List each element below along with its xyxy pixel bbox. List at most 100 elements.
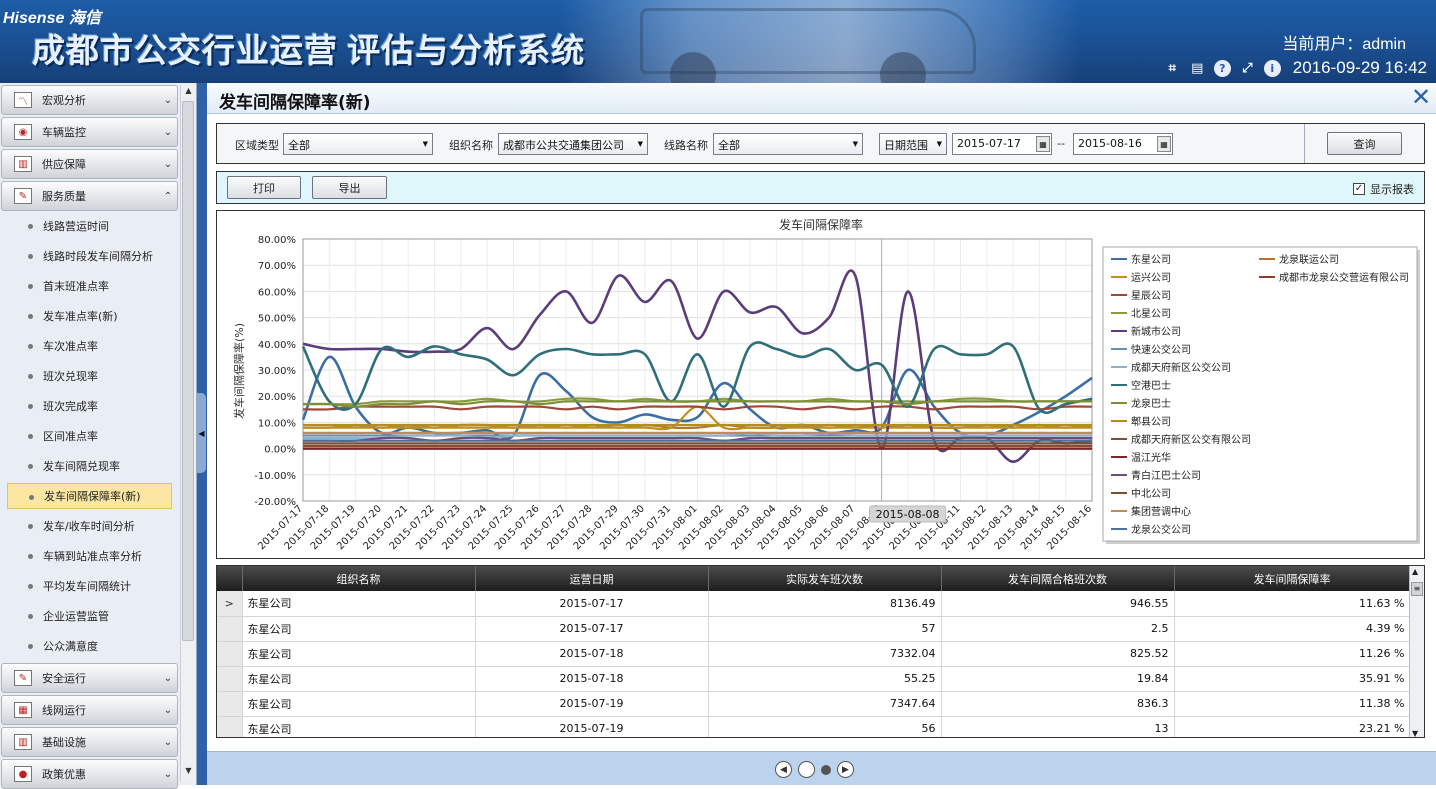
date-to-input[interactable]: 2015-08-16 ▦ xyxy=(1073,133,1173,155)
show-report-toggle[interactable]: ✓ 显示报表 xyxy=(1353,181,1414,197)
sidebar-item-departure-punctuality[interactable]: 发车准点率(新) xyxy=(7,303,172,329)
y-tick-label: 70.00% xyxy=(258,261,296,272)
cell-rate: 35.91 % xyxy=(1174,666,1411,692)
date-mode-select[interactable]: 日期范围 ▼ xyxy=(879,133,947,155)
sidebar-item-shift-completion[interactable]: 班次完成率 xyxy=(7,393,172,419)
col-operating-date[interactable]: 运营日期 xyxy=(475,566,709,591)
calendar-icon[interactable]: ▦ xyxy=(1157,136,1171,152)
print-button[interactable]: 打印 xyxy=(227,176,301,199)
area-type-label: 区域类型 xyxy=(235,139,279,152)
date-to-value: 2015-08-16 xyxy=(1078,137,1142,150)
chevron-down-icon: ⌄ xyxy=(163,704,173,716)
page-dot-active-icon[interactable] xyxy=(821,764,831,775)
table-row[interactable]: 东星公司 2015-07-18 55.25 19.84 35.91 % xyxy=(217,666,1411,692)
chevron-down-icon: ⌄ xyxy=(163,94,173,106)
sidebar-splitter[interactable]: ◀ xyxy=(197,83,207,785)
dropdown-arrow-icon: ▼ xyxy=(422,140,428,148)
col-actual-trips[interactable]: 实际发车班次数 xyxy=(708,566,942,591)
area-type-select[interactable]: 全部 ▼ xyxy=(283,133,433,155)
info-icon[interactable]: i xyxy=(1263,59,1281,77)
scroll-up-icon[interactable]: ▲ xyxy=(181,86,196,100)
legend-label-16: 集团营调中心 xyxy=(1131,505,1191,518)
col-org-name[interactable]: 组织名称 xyxy=(242,566,476,591)
table-row[interactable]: 东星公司 2015-07-19 7347.64 836.3 11.38 % xyxy=(217,691,1411,717)
line-select[interactable]: 全部 ▼ xyxy=(713,133,863,155)
sidebar-item-interval-fulfillment[interactable]: 发车间隔兑现率 xyxy=(7,453,172,479)
table-row[interactable]: 东星公司 2015-07-19 56 13 23.21 % xyxy=(217,716,1411,737)
cell-actual: 7332.04 xyxy=(708,641,942,667)
sidebar-item-interval-analysis[interactable]: 线路时段发车间隔分析 xyxy=(7,243,172,269)
scroll-down-icon[interactable]: ▼ xyxy=(181,766,196,780)
area-type-value: 全部 xyxy=(288,139,310,152)
date-from-value: 2015-07-17 xyxy=(957,137,1021,150)
close-icon[interactable]: ✕ xyxy=(1409,85,1433,111)
grid-scroll-thumb[interactable]: ≡ xyxy=(1411,582,1423,596)
sidebar-scroll-thumb[interactable] xyxy=(182,101,194,641)
cell-org: 东星公司 xyxy=(242,691,476,717)
scroll-down-icon[interactable]: ▼ xyxy=(1412,729,1418,737)
help-icon[interactable]: ? xyxy=(1213,59,1231,77)
bullet-icon xyxy=(28,404,33,409)
page-titlebar: 发车间隔保障率(新) ✕ xyxy=(207,83,1436,114)
collapse-sidebar-icon[interactable]: ◀ xyxy=(197,393,206,473)
checkbox-checked-icon[interactable]: ✓ xyxy=(1353,183,1365,195)
grid-scrollbar[interactable]: ▲ ≡ ▼ xyxy=(1409,566,1424,737)
bullet-icon xyxy=(28,524,33,529)
col-qualified-trips[interactable]: 发车间隔合格班次数 xyxy=(941,566,1175,591)
fullscreen-icon[interactable]: ⤢ xyxy=(1239,60,1256,77)
menu-group-label: 安全运行 xyxy=(42,672,86,685)
cell-qualified: 2.5 xyxy=(941,616,1175,642)
menu-group-supply[interactable]: ▥ 供应保障 ⌄ xyxy=(1,149,178,179)
header-bus-image xyxy=(560,0,1080,83)
scroll-up-icon[interactable]: ▲ xyxy=(1412,567,1418,576)
org-select[interactable]: 成都市公共交通集团公司 ▼ xyxy=(498,133,648,155)
sidebar-item-public-satisfaction[interactable]: 公众满意度 xyxy=(7,633,172,659)
row-marker xyxy=(217,691,243,717)
policy-icon: ● xyxy=(14,766,32,782)
sidebar-item-shift-fulfillment[interactable]: 班次兑现率 xyxy=(7,363,172,389)
prev-page-icon[interactable]: ◀ xyxy=(775,761,792,778)
export-button[interactable]: 导出 xyxy=(312,176,387,199)
query-button[interactable]: 查询 xyxy=(1327,132,1402,155)
sidebar-item-label: 企业运营监管 xyxy=(43,610,109,623)
sidebar-item-average-interval[interactable]: 平均发车间隔统计 xyxy=(7,573,172,599)
sidebar-item-first-last-punctuality[interactable]: 首末班准点率 xyxy=(7,273,172,299)
sidebar-item-label: 线路时段发车间隔分析 xyxy=(43,250,153,263)
date-from-input[interactable]: 2015-07-17 ▦ xyxy=(952,133,1052,155)
page-dot-icon[interactable] xyxy=(798,761,815,778)
calendar-icon[interactable]: ▦ xyxy=(1036,136,1050,152)
legend-label-13: 温江光华 xyxy=(1131,451,1171,464)
sidebar-item-section-punctuality[interactable]: 区间准点率 xyxy=(7,423,172,449)
table-row[interactable]: > 东星公司 2015-07-17 8136.49 946.55 11.63 % xyxy=(217,591,1411,617)
keyboard-icon[interactable]: ▤ xyxy=(1189,60,1206,77)
col-guarantee-rate[interactable]: 发车间隔保障率 xyxy=(1174,566,1411,591)
sidebar-item-line-operating-time[interactable]: 线路营运时间 xyxy=(7,213,172,239)
header-datetime: 2016-09-29 16:42 xyxy=(1292,58,1427,77)
row-marker xyxy=(217,641,243,667)
menu-group-macro[interactable]: 〽宏观分析 ⌄ xyxy=(1,85,178,115)
cell-qualified: 836.3 xyxy=(941,691,1175,717)
filter-divider xyxy=(1304,124,1305,163)
menu-group-safety[interactable]: ✎ 安全运行 ⌄ xyxy=(1,663,178,693)
chevron-up-icon: ⌃ xyxy=(163,190,173,202)
sidebar-item-label: 发车/收车时间分析 xyxy=(43,520,135,533)
sidebar-item-arrival-punctuality[interactable]: 车辆到站准点率分析 xyxy=(7,543,172,569)
bullet-icon xyxy=(29,495,34,500)
camera-icon: ◉ xyxy=(14,124,32,140)
sidebar-item-depart-return-analysis[interactable]: 发车/收车时间分析 xyxy=(7,513,172,539)
next-page-icon[interactable]: ▶ xyxy=(837,761,854,778)
table-row[interactable]: 东星公司 2015-07-18 7332.04 825.52 11.26 % xyxy=(217,641,1411,667)
table-row[interactable]: 东星公司 2015-07-17 57 2.5 4.39 % xyxy=(217,616,1411,642)
menu-group-vehicle-monitor[interactable]: ◉ 车辆监控 ⌄ xyxy=(1,117,178,147)
menu-group-label: 供应保障 xyxy=(42,158,86,171)
sidebar-item-interval-guarantee-active[interactable]: 发车间隔保障率(新) xyxy=(7,483,172,509)
sidebar-item-enterprise-supervision[interactable]: 企业运营监管 xyxy=(7,603,172,629)
menu-group-infrastructure[interactable]: ▥ 基础设施 ⌄ xyxy=(1,727,178,757)
sidebar-item-label: 车次准点率 xyxy=(43,340,98,353)
menu-group-service-quality[interactable]: ✎ 服务质量 ⌃ xyxy=(1,181,178,211)
crop-icon[interactable]: ⌗ xyxy=(1164,60,1181,77)
sidebar-scrollbar[interactable]: ▲ ▼ xyxy=(180,85,195,781)
menu-group-network[interactable]: ▦ 线网运行 ⌄ xyxy=(1,695,178,725)
action-bar: 打印 导出 ✓ 显示报表 xyxy=(216,171,1425,204)
sidebar-item-trip-punctuality[interactable]: 车次准点率 xyxy=(7,333,172,359)
